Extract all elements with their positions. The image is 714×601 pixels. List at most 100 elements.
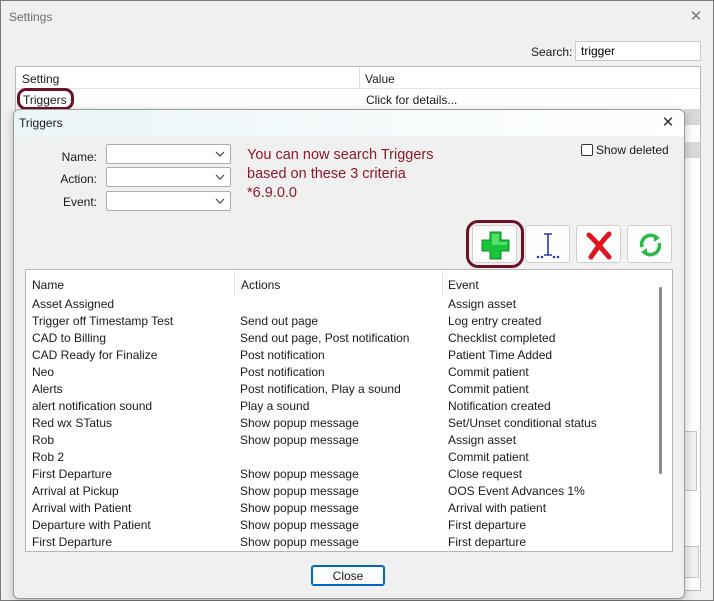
- trigger-name-cell: CAD Ready for Finalize: [32, 348, 158, 362]
- dialog-close-icon[interactable]: ✕: [657, 113, 679, 133]
- trigger-actions-cell: Send out page: [240, 314, 319, 328]
- trigger-name-cell: Neo: [32, 365, 55, 379]
- trigger-event-cell: Checklist completed: [448, 331, 556, 345]
- search-label: Search:: [531, 45, 573, 59]
- grid-row-strip: [684, 142, 700, 158]
- table-row[interactable]: CAD to Billing Send out page, Post notifi…: [26, 330, 656, 347]
- insert-cursor-icon: [536, 233, 560, 259]
- column-header-actions[interactable]: Actions: [241, 278, 280, 292]
- refresh-button[interactable]: [627, 225, 672, 263]
- column-divider: [234, 270, 235, 296]
- list-header: Name Actions Event: [26, 270, 672, 297]
- column-header-name[interactable]: Name: [32, 278, 64, 292]
- trigger-name-cell: First Departure: [32, 535, 113, 549]
- table-row[interactable]: Alerts Post notification, Play a sound Com…: [26, 381, 656, 398]
- trigger-actions-cell: Show popup message: [240, 535, 359, 549]
- refresh-icon: [639, 233, 662, 257]
- trigger-name-cell: CAD to Billing: [32, 331, 107, 345]
- show-deleted-label: Show deleted: [596, 143, 669, 157]
- trigger-actions-cell: Show popup message: [240, 501, 359, 515]
- table-row[interactable]: Arrival at Pickup Show popup message OOS E…: [26, 483, 656, 500]
- trigger-actions-cell: Play a sound: [240, 399, 310, 413]
- trigger-event-cell: First departure: [448, 535, 527, 549]
- list-rows: Asset Assigned Assign asset Trigger off Ti…: [26, 296, 656, 551]
- insert-trigger-button[interactable]: [525, 225, 570, 263]
- trigger-actions-cell: Show popup message: [240, 416, 359, 430]
- triggers-list: Name Actions Event Asset Assigned Assign …: [25, 269, 673, 552]
- trigger-actions-cell: Show popup message: [240, 433, 359, 447]
- triggers-dialog: Triggers ✕ Name: Action: Event: You can …: [13, 109, 685, 599]
- column-header-setting[interactable]: Setting: [22, 72, 59, 86]
- trigger-name-cell: Departure with Patient: [32, 518, 151, 532]
- checkbox-box[interactable]: [581, 144, 593, 156]
- vertical-scrollbar[interactable]: [659, 287, 662, 474]
- trigger-name-cell: Alerts: [32, 382, 63, 396]
- note-line: You can now search Triggers: [247, 147, 434, 163]
- trigger-actions-cell: Post notification: [240, 365, 325, 379]
- trigger-event-cell: Set/Unset conditional status: [448, 416, 597, 430]
- dialog-title: Triggers: [19, 116, 63, 130]
- table-row[interactable]: CAD Ready for Finalize Post notification P…: [26, 347, 656, 364]
- trigger-event-cell: Notification created: [448, 399, 551, 413]
- trigger-actions-cell: Post notification, Play a sound: [240, 382, 401, 396]
- note-line: based on these 3 criteria: [247, 166, 406, 182]
- action-filter-dropdown[interactable]: [106, 167, 231, 187]
- table-row[interactable]: alert notification sound Play a sound Noti…: [26, 398, 656, 415]
- column-divider: [442, 270, 443, 296]
- settings-window-title: Settings: [9, 10, 53, 24]
- trigger-event-cell: First departure: [448, 518, 527, 532]
- table-row[interactable]: Red wx STatus Show popup message Set/Unset…: [26, 415, 656, 432]
- chevron-down-icon: [215, 174, 225, 180]
- chevron-down-icon: [215, 151, 225, 157]
- trigger-event-cell: Commit patient: [448, 450, 529, 464]
- settings-close-icon[interactable]: ✕: [685, 7, 707, 27]
- trigger-name-cell: Arrival at Pickup: [32, 484, 119, 498]
- trigger-actions-cell: Post notification: [240, 348, 325, 362]
- table-row[interactable]: First Departure Show popup message First d…: [26, 534, 656, 551]
- trigger-event-cell: Log entry created: [448, 314, 542, 328]
- table-row[interactable]: First Departure Show popup message Close r…: [26, 466, 656, 483]
- event-filter-dropdown[interactable]: [106, 191, 231, 211]
- trigger-event-cell: Commit patient: [448, 365, 529, 379]
- dialog-titlebar: Triggers ✕: [14, 110, 684, 136]
- table-row[interactable]: Neo Post notification Commit patient: [26, 364, 656, 381]
- column-header-event[interactable]: Event: [448, 278, 479, 292]
- trigger-actions-cell: Send out page, Post notification: [240, 331, 410, 345]
- trigger-name-cell: Rob: [32, 433, 55, 447]
- trigger-event-cell: Close request: [448, 467, 523, 481]
- table-row[interactable]: Rob Show popup message Assign asset: [26, 432, 656, 449]
- trigger-name-cell: Asset Assigned: [32, 297, 115, 311]
- event-filter-label: Event:: [62, 195, 97, 209]
- column-header-value[interactable]: Value: [365, 72, 395, 86]
- column-divider: [359, 67, 360, 89]
- action-filter-label: Action:: [60, 172, 97, 186]
- table-row[interactable]: Departure with Patient Show popup message…: [26, 517, 656, 534]
- name-filter-dropdown[interactable]: [106, 144, 231, 164]
- trigger-name-cell: Rob 2: [32, 450, 65, 464]
- setting-value[interactable]: Click for details...: [366, 93, 457, 107]
- table-row[interactable]: Asset Assigned Assign asset: [26, 296, 656, 313]
- search-input[interactable]: [575, 41, 701, 61]
- trigger-event-cell: OOS Event Advances 1%: [448, 484, 585, 498]
- chevron-down-icon: [215, 198, 225, 204]
- trigger-name-cell: Red wx STatus: [32, 416, 113, 430]
- table-row[interactable]: Trigger off Timestamp Test Send out page L…: [26, 313, 656, 330]
- trigger-name-cell: Arrival with Patient: [32, 501, 132, 515]
- delete-trigger-button[interactable]: [576, 225, 621, 263]
- note-line: *6.9.0.0: [247, 185, 297, 201]
- trigger-actions-cell: Show popup message: [240, 467, 359, 481]
- table-row[interactable]: Arrival with Patient Show popup message Ar…: [26, 500, 656, 517]
- trigger-actions-cell: Show popup message: [240, 484, 359, 498]
- annotation-note: You can now search Triggers based on the…: [247, 146, 433, 203]
- trigger-event-cell: Assign asset: [448, 433, 517, 447]
- highlight-ring-triggers: [17, 88, 74, 110]
- trigger-event-cell: Commit patient: [448, 382, 529, 396]
- show-deleted-checkbox[interactable]: Show deleted: [581, 143, 669, 157]
- trigger-name-cell: First Departure: [32, 467, 113, 481]
- delete-icon: [586, 231, 612, 260]
- settings-row-triggers[interactable]: Triggers Click for details...: [16, 91, 700, 108]
- table-row[interactable]: Rob 2 Commit patient: [26, 449, 656, 466]
- trigger-event-cell: Patient Time Added: [448, 348, 553, 362]
- grid-row-strip: [684, 109, 700, 125]
- close-button[interactable]: Close: [311, 565, 385, 586]
